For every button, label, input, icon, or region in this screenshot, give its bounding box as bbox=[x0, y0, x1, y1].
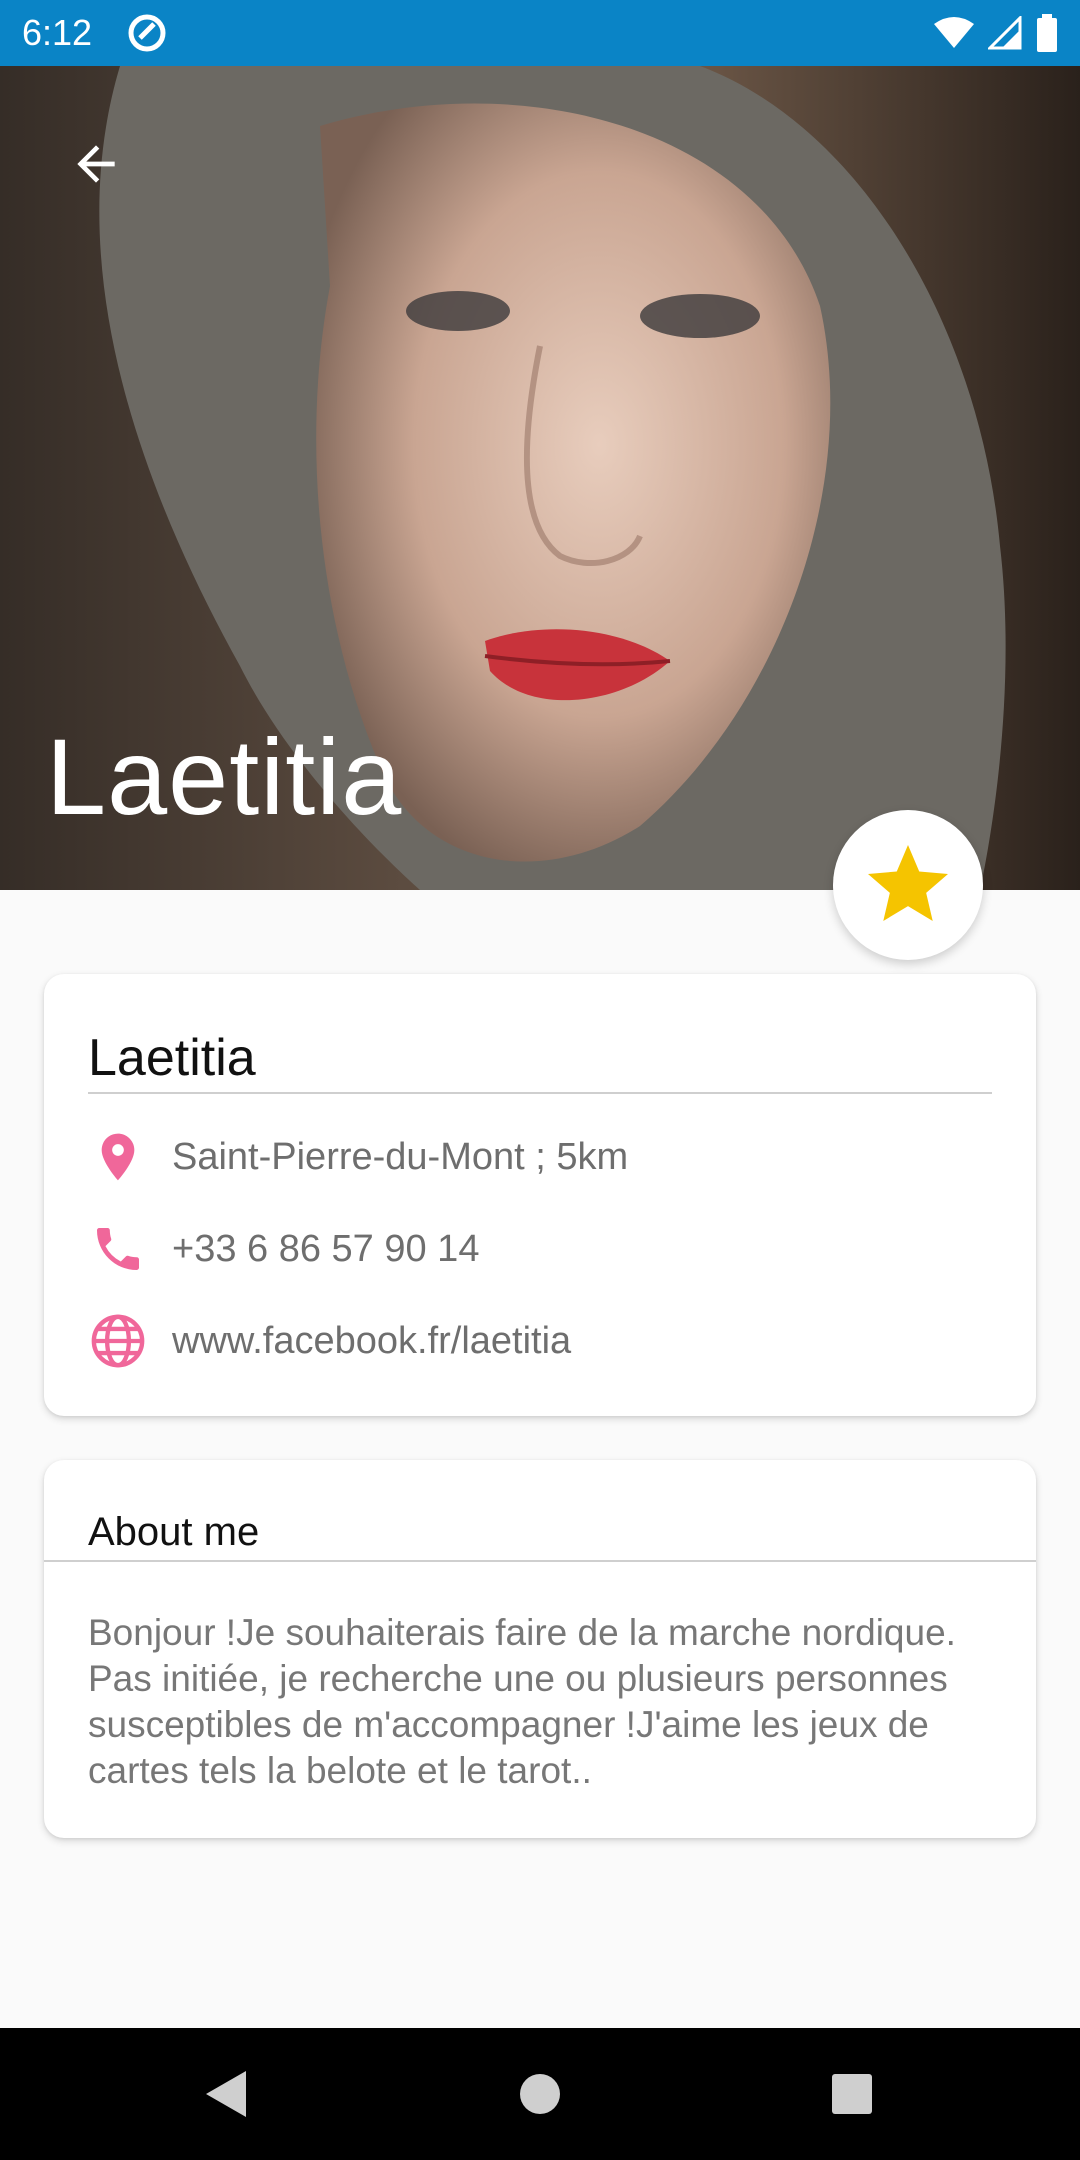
profile-info-card: Laetitia Saint-Pierre-du-Mont ; 5km +33 … bbox=[44, 974, 1036, 1416]
profile-hero-image: Laetitia bbox=[0, 66, 1080, 890]
about-title: About me bbox=[88, 1510, 260, 1554]
profile-name: Laetitia bbox=[88, 1029, 256, 1087]
nav-home-icon bbox=[520, 2074, 560, 2114]
nav-recents-icon bbox=[832, 2074, 872, 2114]
location-text: Saint-Pierre-du-Mont ; 5km bbox=[172, 1135, 629, 1178]
favorite-button[interactable] bbox=[833, 810, 983, 960]
phone-row[interactable]: +33 6 86 57 90 14 bbox=[88, 1214, 479, 1284]
location-row: Saint-Pierre-du-Mont ; 5km bbox=[88, 1122, 628, 1192]
website-row[interactable]: www.facebook.fr/laetitia bbox=[88, 1306, 571, 1376]
phone-icon bbox=[88, 1219, 148, 1279]
system-navigation-bar bbox=[0, 2028, 1080, 2160]
hero-profile-name: Laetitia bbox=[46, 716, 403, 837]
website-link[interactable]: www.facebook.fr/laetitia bbox=[172, 1320, 571, 1363]
star-icon bbox=[868, 845, 948, 921]
divider bbox=[44, 1560, 1036, 1562]
nav-home-button[interactable] bbox=[510, 2064, 570, 2124]
phone-text[interactable]: +33 6 86 57 90 14 bbox=[172, 1228, 479, 1271]
about-card: About me Bonjour !Je souhaiterais faire … bbox=[44, 1460, 1036, 1838]
status-icons bbox=[934, 12, 1058, 54]
globe-icon bbox=[88, 1311, 148, 1371]
nav-back-icon bbox=[206, 2071, 246, 2117]
wifi-icon bbox=[934, 17, 974, 48]
nav-recents-button[interactable] bbox=[822, 2064, 882, 2124]
location-pin-icon bbox=[88, 1127, 148, 1187]
signal-icon bbox=[988, 16, 1022, 50]
divider bbox=[88, 1092, 992, 1094]
notification-app-icon bbox=[128, 14, 166, 52]
back-arrow-icon bbox=[77, 145, 115, 183]
status-bar: 6:12 bbox=[0, 0, 1080, 66]
status-time: 6:12 bbox=[22, 12, 93, 53]
about-text: Bonjour !Je souhaiterais faire de la mar… bbox=[88, 1612, 956, 1791]
nav-back-button[interactable] bbox=[196, 2064, 256, 2124]
back-button[interactable] bbox=[60, 128, 132, 200]
battery-icon bbox=[1037, 14, 1057, 52]
